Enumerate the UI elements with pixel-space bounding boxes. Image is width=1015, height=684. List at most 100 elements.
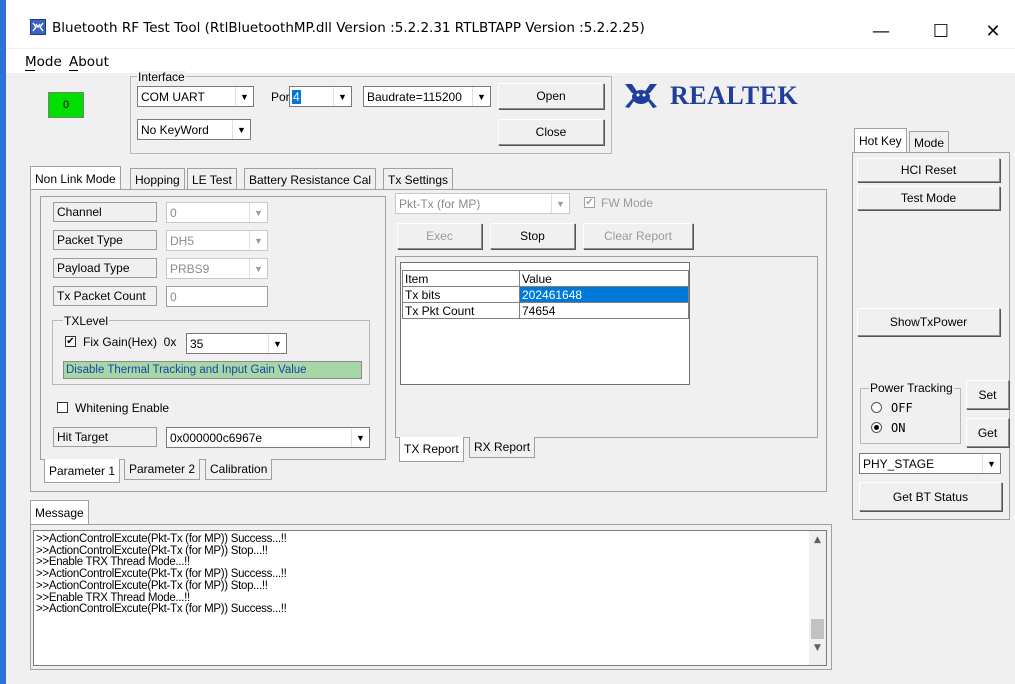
fw-mode-checkbox[interactable]: ✔ xyxy=(584,197,595,208)
fix-gain-label: Fix Gain(Hex) 0x xyxy=(83,335,177,349)
port-value: 4 xyxy=(292,89,301,104)
test-mode-button[interactable]: Test Mode xyxy=(857,186,1000,210)
table-row[interactable]: Tx Pkt Count 74654 xyxy=(402,302,689,319)
interface-type-select[interactable]: COM UART ▼ xyxy=(137,86,254,107)
menu-mode[interactable]: Mode xyxy=(25,54,62,70)
tab-tx-settings[interactable]: Tx Settings xyxy=(383,168,454,190)
tab-non-link-mode[interactable]: Non Link Mode xyxy=(30,166,121,190)
tab-rx-report[interactable]: RX Report xyxy=(469,437,536,458)
power-tracking-on-label: ON xyxy=(891,421,906,435)
tab-tx-report[interactable]: TX Report xyxy=(399,437,464,462)
chevron-down-icon: ▼ xyxy=(551,194,569,213)
channel-label: Channel xyxy=(53,202,157,222)
stage-select[interactable]: PHY_STAGE ▼ xyxy=(859,453,1001,474)
chevron-down-icon: ▼ xyxy=(249,231,267,250)
fix-gain-select[interactable]: 35 ▼ xyxy=(186,333,287,354)
maximize-button[interactable]: ☐ xyxy=(918,14,964,48)
chevron-down-icon: ▼ xyxy=(249,203,267,222)
scroll-down-icon[interactable]: ▼ xyxy=(809,641,826,655)
tab-mode[interactable]: Mode xyxy=(909,131,950,153)
tab-hopping[interactable]: Hopping xyxy=(130,168,185,190)
status-value: 0 xyxy=(62,99,70,111)
log-line: >>ActionControlExcute(Pkt-Tx (for MP)) S… xyxy=(36,579,268,592)
close-port-button[interactable]: Close xyxy=(498,119,604,145)
tab-message[interactable]: Message xyxy=(30,500,89,525)
log-line: >>ActionControlExcute(Pkt-Tx (for MP)) S… xyxy=(36,533,287,545)
fix-gain-checkbox[interactable]: ✔ xyxy=(65,336,76,347)
table-row[interactable]: Tx bits 202461648 xyxy=(402,286,689,303)
interface-legend: Interface xyxy=(137,70,186,84)
power-tracking-group xyxy=(860,388,961,444)
open-button[interactable]: Open xyxy=(498,83,604,109)
hit-target-value: 0x000000c6967e xyxy=(170,430,263,445)
packet-type-select[interactable]: DH5 ▼ xyxy=(166,230,268,251)
payload-type-select[interactable]: PRBS9 ▼ xyxy=(166,258,268,279)
chevron-down-icon: ▼ xyxy=(333,87,351,106)
menu-about-underline xyxy=(69,70,78,71)
menu-mode-underline xyxy=(25,70,35,71)
report-value: 74654 xyxy=(519,302,689,319)
chevron-down-icon: ▼ xyxy=(235,87,253,106)
realtek-logo-text: REALTEK xyxy=(670,81,799,110)
report-item: Tx Pkt Count xyxy=(402,302,520,319)
tab-calibration[interactable]: Calibration xyxy=(205,459,273,480)
app-icon xyxy=(30,19,46,35)
test-mode-select[interactable]: Pkt-Tx (for MP) ▼ xyxy=(395,193,570,214)
disable-thermal-banner: Disable Thermal Tracking and Input Gain … xyxy=(63,361,362,379)
vertical-scrollbar[interactable]: ▲ ▼ xyxy=(809,531,826,665)
whitening-checkbox[interactable] xyxy=(57,402,68,413)
tab-battery-resistance-cal[interactable]: Battery Resistance Cal xyxy=(244,168,377,190)
tab-parameter-1[interactable]: Parameter 1 xyxy=(44,459,121,483)
chevron-down-icon: ▼ xyxy=(351,428,369,447)
clear-report-button[interactable]: Clear Report xyxy=(583,223,693,249)
payload-type-value: PRBS9 xyxy=(170,261,210,276)
channel-select[interactable]: 0 ▼ xyxy=(166,202,268,223)
set-button[interactable]: Set xyxy=(966,380,1009,409)
keyword-select[interactable]: No KeyWord ▼ xyxy=(137,119,251,140)
hit-target-select[interactable]: 0x000000c6967e ▼ xyxy=(166,427,370,448)
close-button[interactable]: ✕ xyxy=(970,14,1015,48)
get-bt-status-button[interactable]: Get BT Status xyxy=(859,482,1002,511)
get-button[interactable]: Get xyxy=(966,418,1009,447)
power-tracking-off-label: OFF xyxy=(891,401,913,415)
baudrate-select[interactable]: Baudrate=115200 ▼ xyxy=(363,86,491,107)
baudrate-value: Baudrate=115200 xyxy=(367,89,462,104)
chevron-down-icon: ▼ xyxy=(232,120,250,139)
packet-type-value: DH5 xyxy=(170,233,195,248)
minimize-button[interactable]: — xyxy=(858,14,904,48)
report-header-value: Value xyxy=(519,270,689,287)
tx-packet-count-input[interactable]: 0 xyxy=(166,286,268,307)
port-select[interactable]: 4 ▼ xyxy=(289,86,352,107)
stage-value: PHY_STAGE xyxy=(863,456,935,471)
hit-target-label: Hit Target xyxy=(53,427,157,447)
scroll-up-icon[interactable]: ▲ xyxy=(809,533,826,547)
power-tracking-off-radio[interactable] xyxy=(871,402,882,413)
tab-le-test[interactable]: LE Test xyxy=(187,168,237,190)
chevron-down-icon: ▼ xyxy=(982,454,1000,473)
report-header-item: Item xyxy=(402,270,520,287)
show-tx-power-button[interactable]: ShowTxPower xyxy=(857,308,1000,336)
menu-about[interactable]: About xyxy=(69,54,109,70)
payload-type-label: Payload Type xyxy=(53,258,157,278)
hci-reset-button[interactable]: HCI Reset xyxy=(857,158,1000,182)
scroll-thumb[interactable] xyxy=(811,619,824,639)
power-tracking-legend: Power Tracking xyxy=(869,381,954,395)
fw-mode-label: FW Mode xyxy=(601,196,654,210)
realtek-crab-icon xyxy=(625,84,657,108)
log-line: >>ActionControlExcute(Pkt-Tx (for MP)) S… xyxy=(36,603,287,616)
message-log[interactable]: >>ActionControlExcute(Pkt-Tx (for MP)) S… xyxy=(33,530,827,666)
power-tracking-on-radio[interactable] xyxy=(871,422,882,433)
stop-button[interactable]: Stop xyxy=(490,223,575,249)
channel-value: 0 xyxy=(170,205,177,220)
txlevel-legend: TXLevel xyxy=(63,314,110,328)
test-mode-value: Pkt-Tx (for MP) xyxy=(399,196,481,211)
radio-dot xyxy=(874,425,879,430)
chevron-down-icon: ▼ xyxy=(268,334,286,353)
whitening-label: Whitening Enable xyxy=(75,401,170,415)
tab-parameter-2[interactable]: Parameter 2 xyxy=(124,459,201,480)
tab-hot-key[interactable]: Hot Key xyxy=(854,128,907,153)
chevron-down-icon: ▼ xyxy=(249,259,267,278)
report-table: Item Value Tx bits 202461648 Tx Pkt Coun… xyxy=(402,270,689,319)
keyword-value: No KeyWord xyxy=(141,122,209,137)
exec-button[interactable]: Exec xyxy=(397,223,482,249)
